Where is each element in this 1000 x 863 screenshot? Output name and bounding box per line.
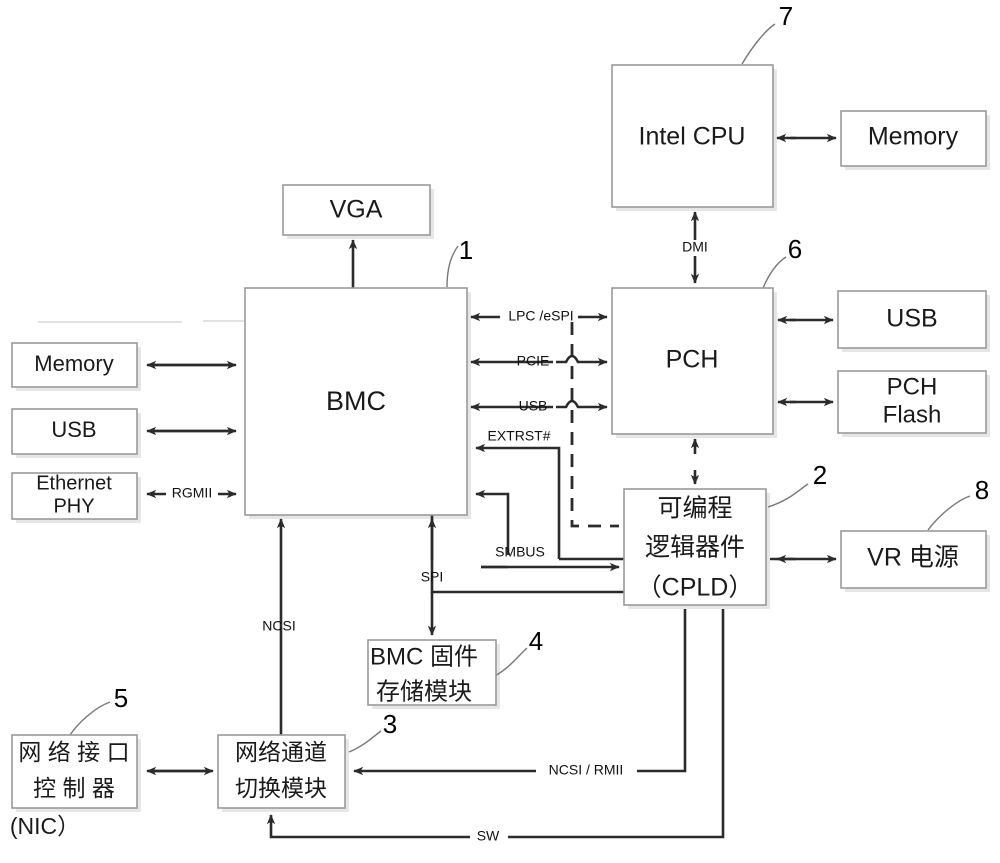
signal-dmi: DMI — [682, 239, 708, 255]
label-memory-bmc: Memory — [34, 351, 113, 376]
link-usbsig-pch — [556, 399, 608, 412]
link-extrst-cpld-bmc — [475, 443, 561, 559]
label-bmc-firmware-line2: 存储模块 — [376, 678, 472, 705]
ref-number-5: 5 — [114, 683, 128, 713]
label-cpld-line3: （CPLD） — [637, 574, 754, 602]
signal-spi: SPI — [421, 569, 444, 585]
ref-number-8: 8 — [975, 475, 989, 505]
label-cpld-line2: 逻辑器件 — [645, 534, 745, 562]
ref-number-6: 6 — [788, 234, 802, 264]
signal-sw: SW — [477, 828, 500, 844]
signal-smbus: SMBUS — [495, 544, 545, 560]
signal-pcie: PCIE — [517, 353, 550, 369]
reference-leaders — [67, 23, 971, 753]
link-sw-to-switch — [266, 814, 470, 839]
link-pcie-pch — [556, 354, 608, 367]
label-network-switch-line2: 切换模块 — [235, 775, 327, 801]
signal-usb: USB — [519, 398, 548, 414]
label-ethernet-phy-line1: Ethernet — [36, 472, 112, 494]
leader-1 — [446, 245, 459, 288]
label-ethernet-phy-line2: PHY — [53, 495, 94, 517]
label-vr-power: VR 电源 — [867, 544, 959, 572]
label-pch-flash-line2: Flash — [883, 401, 942, 428]
ref-number-1: 1 — [459, 235, 473, 265]
leader-8 — [927, 495, 971, 531]
ref-number-7: 7 — [779, 1, 793, 31]
label-usb-bmc: USB — [51, 417, 96, 442]
leader-5 — [67, 701, 111, 739]
label-nic-line1: 网 络 接 口 — [18, 739, 129, 765]
signal-rgmii: RGMII — [172, 485, 212, 501]
ref-number-3: 3 — [383, 709, 397, 739]
label-cpld-line1: 可编程 — [657, 495, 732, 523]
signal-ncsi-rmii: NCSI / RMII — [549, 762, 624, 778]
block-diagram-svg: VGA BMC Memory USB Ethernet PHY Intel CP… — [10, 1, 990, 844]
ref-number-4: 4 — [529, 626, 543, 656]
signal-extrst: EXTRST# — [487, 428, 550, 444]
ref-number-2: 2 — [813, 460, 827, 490]
scan-artifacts — [38, 320, 245, 323]
label-bmc: BMC — [326, 386, 386, 416]
label-usb-pch: USB — [886, 305, 937, 333]
signal-lpc-espi: LPC /eSPI — [508, 308, 573, 324]
label-intel-cpu: Intel CPU — [639, 123, 746, 151]
leader-7 — [741, 23, 776, 65]
leader-3 — [348, 730, 382, 753]
label-vga: VGA — [330, 196, 383, 224]
leader-2 — [767, 483, 809, 508]
leader-6 — [762, 256, 787, 289]
link-cpld-ncsirmii-v — [637, 609, 687, 773]
label-pch: PCH — [666, 346, 719, 374]
label-nic-suffix: (NIC） — [10, 813, 80, 839]
label-pch-flash-line1: PCH — [887, 373, 938, 400]
label-bmc-firmware-line1: BMC 固件 — [370, 643, 478, 670]
label-network-switch-line1: 网络通道 — [235, 739, 327, 765]
label-nic-line2: 控 制 器 — [33, 775, 115, 801]
label-memory-cpu: Memory — [868, 123, 959, 151]
diagram-canvas: VGA BMC Memory USB Ethernet PHY Intel CP… — [0, 0, 1000, 863]
signal-ncsi: NCSI — [262, 618, 295, 634]
